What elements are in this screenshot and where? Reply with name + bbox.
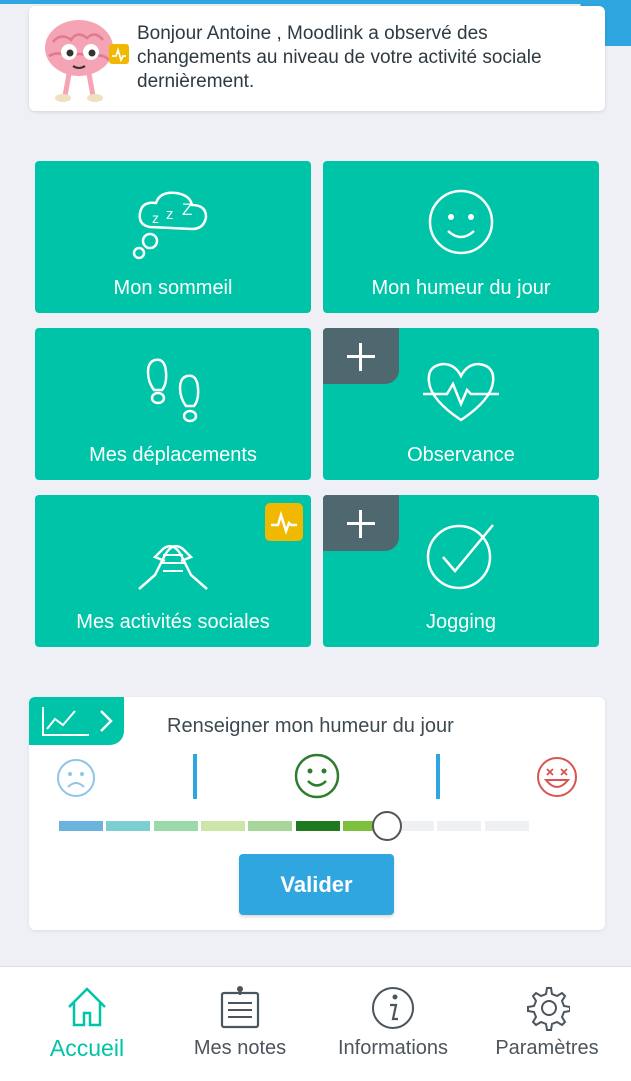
svg-text:z: z	[152, 210, 159, 226]
sad-face-icon[interactable]	[55, 757, 97, 799]
add-icon[interactable]	[323, 495, 399, 551]
nav-settings[interactable]: Paramètres	[468, 967, 626, 1081]
heartbeat-icon	[423, 362, 499, 422]
nav-home[interactable]: Accueil	[8, 967, 166, 1081]
handshake-icon	[138, 544, 208, 590]
nav-label: Informations	[337, 1037, 449, 1059]
mood-entry-card: Renseigner mon humeur du jour Valider	[29, 697, 605, 930]
notification-banner[interactable]: Bonjour Antoine , Moodlink a observé des…	[29, 6, 605, 111]
nav-information[interactable]: Informations	[314, 967, 472, 1081]
tile-social-activities[interactable]: Mes activités sociales	[35, 495, 311, 647]
svg-text:Z: Z	[182, 200, 192, 219]
tile-label: Mes déplacements	[89, 444, 257, 466]
bottom-navigation: Accueil Mes notes Informations Paramètre…	[0, 966, 631, 1081]
notes-icon	[220, 986, 260, 1029]
neutral-smile-icon[interactable]	[293, 752, 341, 800]
mood-slider-segment	[248, 821, 293, 831]
nav-notes[interactable]: Mes notes	[161, 967, 319, 1081]
mood-slider-segment	[484, 821, 529, 831]
tile-label: Jogging	[425, 611, 497, 633]
tile-label: Mon sommeil	[113, 277, 233, 299]
nav-label: Paramètres	[495, 1037, 599, 1059]
mood-title: Renseigner mon humeur du jour	[167, 715, 454, 737]
sleep-cloud-icon: z z Z	[132, 191, 208, 260]
scale-tick	[436, 754, 440, 799]
mood-slider-segment	[295, 821, 340, 831]
home-icon	[68, 987, 106, 1027]
tile-label: Mes activités sociales	[76, 611, 270, 633]
happy-face-icon[interactable]	[535, 755, 579, 799]
tile-jogging[interactable]: Jogging	[323, 495, 599, 647]
mood-slider[interactable]	[59, 821, 575, 831]
mood-history-button[interactable]	[29, 697, 124, 745]
brain-mascot-icon	[45, 20, 129, 102]
mood-slider-segment	[106, 821, 151, 831]
smiley-icon	[428, 189, 494, 255]
tile-label: Mon humeur du jour	[371, 277, 551, 299]
tile-label: Observance	[407, 444, 515, 466]
nav-label: Accueil	[49, 1035, 125, 1061]
add-icon[interactable]	[323, 328, 399, 384]
mood-slider-segment	[59, 821, 103, 831]
tile-sleep[interactable]: z z Z Mon sommeil	[35, 161, 311, 313]
mood-slider-segment	[153, 821, 198, 831]
gear-icon	[527, 987, 570, 1031]
tile-observance[interactable]: Observance	[323, 328, 599, 480]
notification-message: Bonjour Antoine , Moodlink a observé des…	[137, 23, 542, 92]
tile-mood[interactable]: Mon humeur du jour	[323, 161, 599, 313]
alert-icon	[265, 503, 303, 541]
footprints-icon	[146, 358, 200, 423]
nav-label: Mes notes	[193, 1037, 287, 1059]
mood-slider-handle[interactable]	[372, 811, 402, 841]
graph-icon	[42, 707, 113, 736]
mood-slider-segment	[200, 821, 245, 831]
mood-slider-segment	[437, 821, 482, 831]
info-icon	[372, 987, 414, 1029]
submit-mood-button[interactable]: Valider	[239, 854, 394, 915]
checkmark-circle-icon	[426, 524, 494, 590]
svg-text:z: z	[166, 206, 174, 223]
tile-movements[interactable]: Mes déplacements	[35, 328, 311, 480]
scale-tick	[193, 754, 197, 799]
